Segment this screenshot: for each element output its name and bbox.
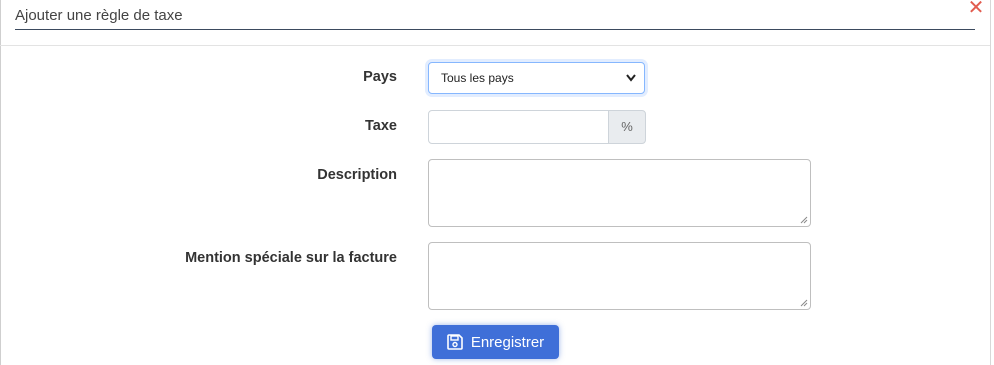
mention-textarea[interactable] — [428, 242, 811, 310]
modal-header: Ajouter une règle de taxe ✕ — [0, 0, 990, 46]
pays-select[interactable]: Tous les pays — [428, 62, 645, 94]
taxe-label: Taxe — [365, 118, 397, 134]
chevron-down-icon — [626, 74, 636, 82]
floppy-disk-icon — [447, 334, 463, 350]
tax-rule-modal: Ajouter une règle de taxe ✕ Pays Tous le… — [0, 0, 991, 365]
taxe-input[interactable] — [428, 110, 609, 144]
description-textarea[interactable] — [428, 159, 811, 227]
mention-label: Mention spéciale sur la facture — [185, 250, 397, 266]
pays-selected-value: Tous les pays — [441, 71, 514, 85]
title-underline — [15, 29, 975, 30]
resize-grip-icon[interactable] — [800, 216, 808, 224]
modal-title: Ajouter une règle de taxe — [15, 7, 183, 24]
save-button-label: Enregistrer — [470, 333, 545, 351]
pays-label: Pays — [363, 69, 397, 85]
resize-grip-icon[interactable] — [800, 299, 808, 307]
save-button[interactable]: Enregistrer — [432, 325, 559, 359]
description-label: Description — [317, 167, 397, 183]
taxe-input-group: % — [428, 110, 646, 144]
close-icon[interactable]: ✕ — [967, 0, 985, 18]
percent-addon: % — [608, 110, 646, 144]
modal-left-border — [0, 0, 1, 365]
